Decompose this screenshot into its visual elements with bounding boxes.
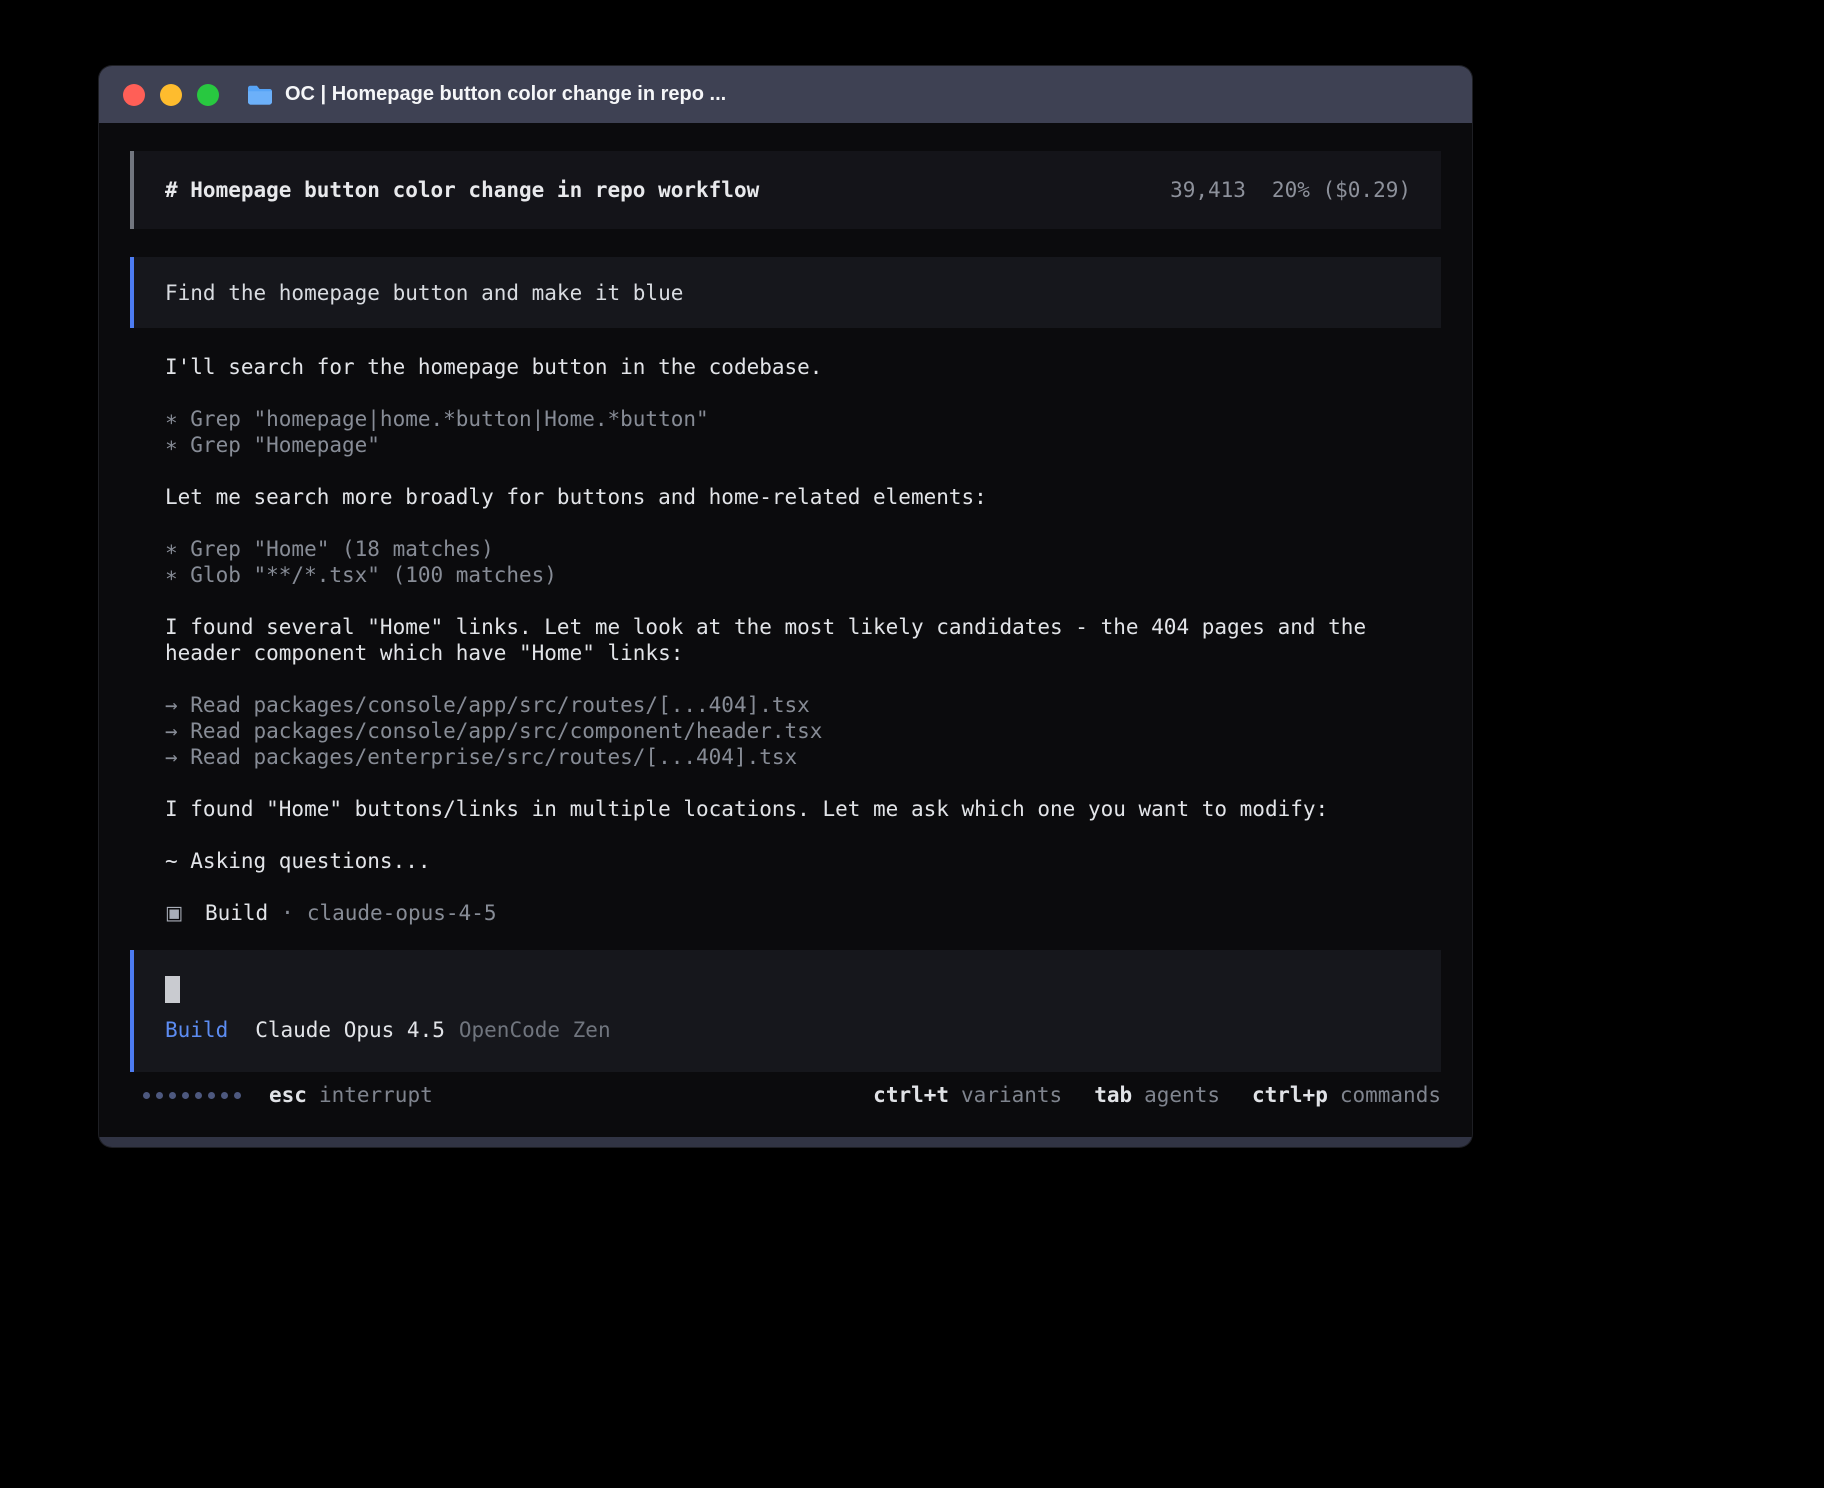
agent-separator: · [281,900,294,926]
mode-label: Build [165,1017,228,1043]
tool-call-grep: ∗ Grep "Home" (18 matches) [165,536,1437,562]
tool-call-read: → Read packages/console/app/src/routes/[… [165,692,1437,718]
shortcut-key: tab [1094,1082,1132,1108]
transcript: I'll search for the homepage button in t… [130,354,1441,926]
minimize-button[interactable] [160,84,182,106]
window-title: OC | Homepage button color change in rep… [285,83,726,106]
user-message: Find the homepage button and make it blu… [130,257,1441,328]
window-bottom-bezel [99,1137,1472,1147]
shortcut-key: ctrl+p [1252,1082,1328,1108]
prompt-input[interactable]: Build Claude Opus 4.5 OpenCode Zen [130,950,1441,1072]
shortcut-variants: ctrl+t variants [873,1082,1062,1108]
assistant-status-text: ~ Asking questions... [165,848,1437,874]
tool-call-read: → Read packages/enterprise/src/routes/[.… [165,744,1437,770]
status-left: esc interrupt [143,1082,433,1108]
status-bar: esc interrupt ctrl+t variants tab agents… [130,1082,1441,1108]
zoom-button[interactable] [197,84,219,106]
agent-name: Build [205,900,268,926]
title-group: OC | Homepage button color change in rep… [247,83,726,106]
agent-model: claude-opus-4-5 [307,900,497,926]
spinner-dots [143,1092,241,1099]
shortcut-label: agents [1144,1082,1220,1108]
tool-call-grep: ∗ Grep "Homepage" [165,432,1437,458]
agent-icon: ▣ [165,900,183,926]
esc-key: esc [269,1082,307,1108]
terminal-window: OC | Homepage button color change in rep… [99,66,1472,1147]
session-title: # Homepage button color change in repo w… [165,177,759,203]
session-stats: 39,413 20% ($0.29) [1170,177,1411,203]
terminal-content: # Homepage button color change in repo w… [99,123,1472,1108]
provider-label: OpenCode Zen [459,1017,611,1043]
folder-icon [247,84,273,105]
model-label: Claude Opus 4.5 [255,1017,445,1043]
assistant-text: Let me search more broadly for buttons a… [165,484,1437,510]
tool-call-read: → Read packages/console/app/src/componen… [165,718,1437,744]
user-message-text: Find the homepage button and make it blu… [165,280,683,306]
close-button[interactable] [123,84,145,106]
traffic-lights [123,84,219,106]
assistant-text: I found several "Home" links. Let me loo… [165,614,1437,666]
status-shortcuts: ctrl+t variants tab agents ctrl+p comman… [873,1082,1441,1108]
window-titlebar[interactable]: OC | Homepage button color change in rep… [99,66,1472,123]
tool-call-glob: ∗ Glob "**/*.tsx" (100 matches) [165,562,1437,588]
assistant-text: I'll search for the homepage button in t… [165,354,1437,380]
session-header: # Homepage button color change in repo w… [130,151,1441,229]
context-usage: 20% ($0.29) [1272,177,1411,203]
shortcut-commands: ctrl+p commands [1252,1082,1441,1108]
shortcut-key: ctrl+t [873,1082,949,1108]
shortcut-label: variants [961,1082,1062,1108]
agent-status-row: ▣ Build · claude-opus-4-5 [165,900,1437,926]
assistant-text: I found "Home" buttons/links in multiple… [165,796,1437,822]
text-cursor [165,976,180,1003]
tool-call-grep: ∗ Grep "homepage|home.*button|Home.*butt… [165,406,1437,432]
token-count: 39,413 [1170,177,1246,203]
esc-label: interrupt [319,1082,433,1108]
composer-meta: Build Claude Opus 4.5 OpenCode Zen [165,1017,1411,1043]
shortcut-label: commands [1340,1082,1441,1108]
shortcut-agents: tab agents [1094,1082,1220,1108]
